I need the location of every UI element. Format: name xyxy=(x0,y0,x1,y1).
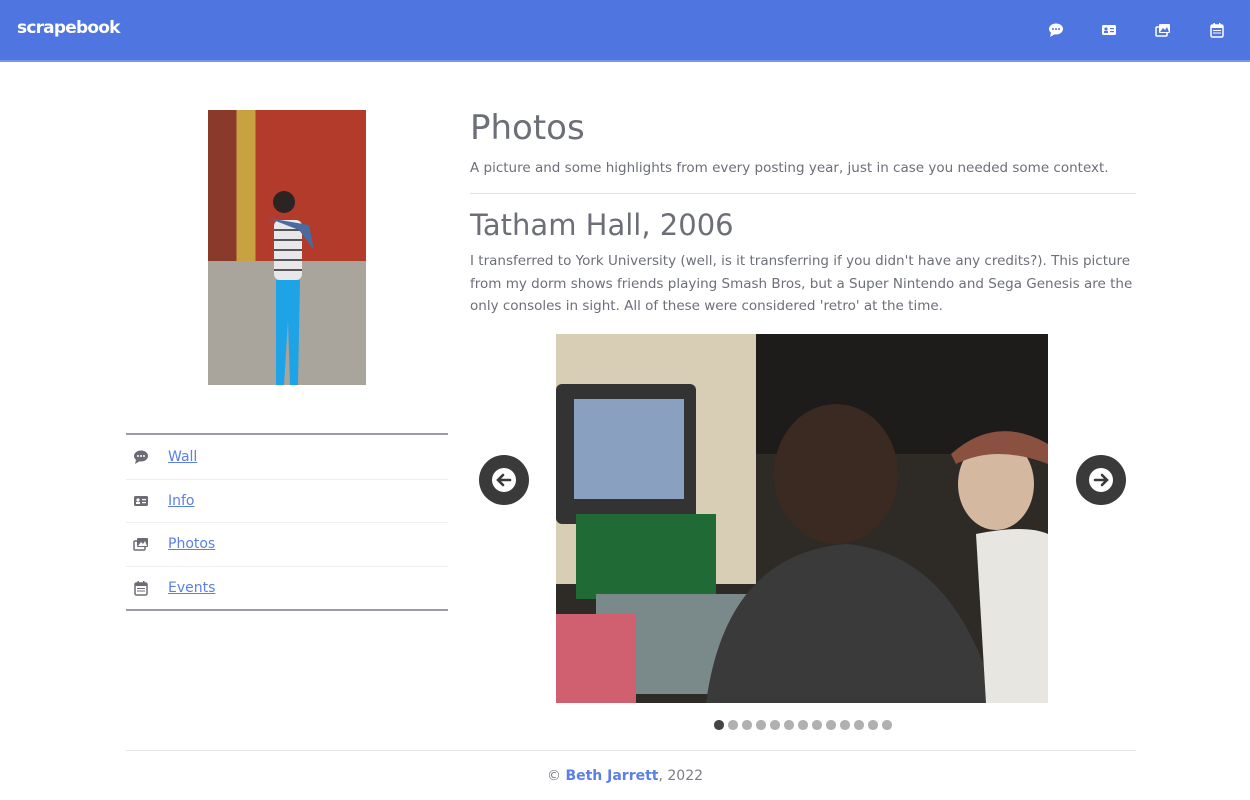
carousel-dot[interactable] xyxy=(854,720,864,730)
carousel-prev-button[interactable] xyxy=(479,455,529,505)
carousel-dot[interactable] xyxy=(840,720,850,730)
carousel-dot[interactable] xyxy=(784,720,794,730)
carousel-indicators xyxy=(714,720,892,730)
page-title: Photos xyxy=(470,108,585,148)
page-subtitle: A picture and some highlights from every… xyxy=(470,160,1109,176)
sidebar-link-photos[interactable]: Photos xyxy=(168,536,215,552)
chat-icon[interactable] xyxy=(1048,22,1064,38)
copyright-symbol: © xyxy=(546,768,561,784)
carousel-dot[interactable] xyxy=(812,720,822,730)
sidebar-link-wall[interactable]: Wall xyxy=(168,449,197,465)
arrow-left-icon xyxy=(492,468,516,492)
footer-divider xyxy=(126,750,1136,751)
calendar-icon[interactable] xyxy=(1209,22,1225,38)
sidebar-link-events[interactable]: Events xyxy=(168,580,215,596)
carousel-dot[interactable] xyxy=(742,720,752,730)
sidebar-nav: Wall Info Photos Events xyxy=(126,433,448,611)
sidebar-item-wall[interactable]: Wall xyxy=(126,435,448,479)
main-content: Photos A picture and some highlights fro… xyxy=(470,108,1136,318)
carousel-dot[interactable] xyxy=(728,720,738,730)
carousel-dot[interactable] xyxy=(882,720,892,730)
carousel-next-button[interactable] xyxy=(1076,455,1126,505)
carousel-dot[interactable] xyxy=(868,720,878,730)
sidebar-item-photos[interactable]: Photos xyxy=(126,522,448,566)
footer-year: , 2022 xyxy=(658,768,704,784)
photos-icon xyxy=(133,538,148,551)
carousel-dot[interactable] xyxy=(826,720,836,730)
chat-icon xyxy=(134,450,148,464)
navbar: scrapebook xyxy=(0,0,1250,62)
author-link[interactable]: Beth Jarrett xyxy=(565,768,658,784)
arrow-right-icon xyxy=(1089,468,1113,492)
carousel-dot[interactable] xyxy=(798,720,808,730)
brand-logo[interactable]: scrapebook xyxy=(17,18,120,38)
entry-title: Tatham Hall, 2006 xyxy=(470,208,734,242)
sidebar-item-events[interactable]: Events xyxy=(126,565,448,610)
sidebar-item-info[interactable]: Info xyxy=(126,478,448,523)
profile-photo xyxy=(208,110,366,385)
id-card-icon[interactable] xyxy=(1101,22,1117,38)
photos-icon[interactable] xyxy=(1155,22,1171,38)
entry-description: I transferred to York University (well, … xyxy=(470,253,1133,314)
footer: © Beth Jarrett, 2022 xyxy=(0,768,1250,784)
carousel-dot[interactable] xyxy=(770,720,780,730)
sidebar-link-info[interactable]: Info xyxy=(168,493,195,509)
divider xyxy=(470,193,1136,194)
carousel-photo xyxy=(556,334,1048,703)
id-card-icon xyxy=(134,495,148,506)
calendar-icon xyxy=(134,580,148,596)
carousel-dot[interactable] xyxy=(756,720,766,730)
carousel-dot[interactable] xyxy=(714,720,724,730)
